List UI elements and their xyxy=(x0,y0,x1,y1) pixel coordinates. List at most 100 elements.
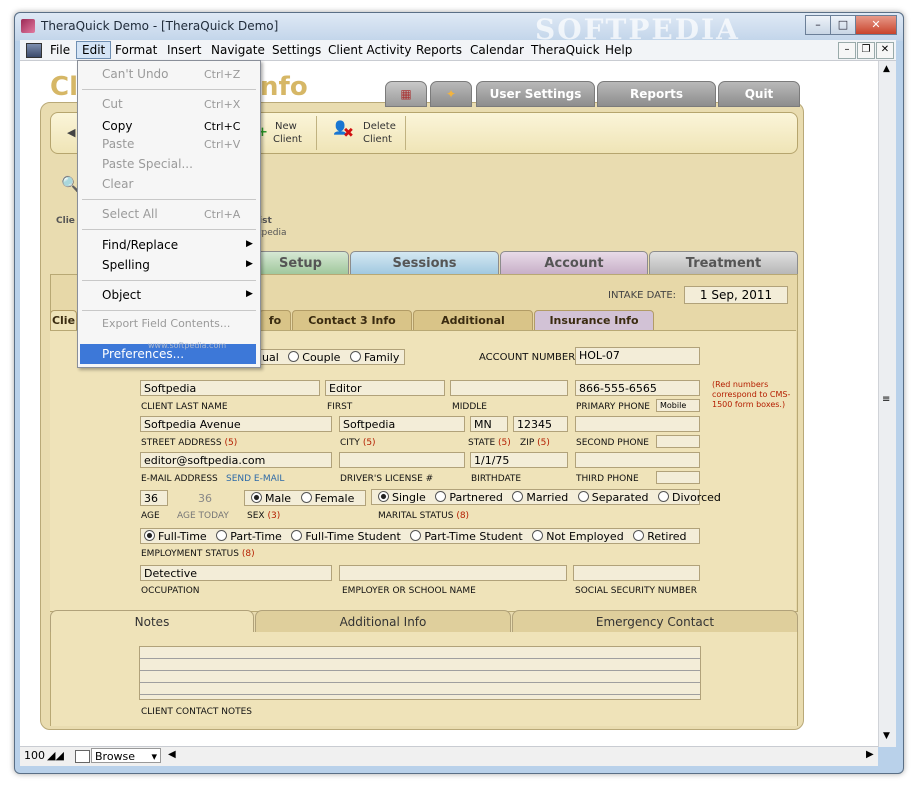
tab-notes-label: Notes xyxy=(134,615,170,629)
send-email-link[interactable]: SEND E-MAIL xyxy=(226,474,284,484)
radio-not-employed[interactable] xyxy=(532,530,544,541)
menu-file[interactable]: File xyxy=(50,43,70,57)
reports-button[interactable]: Reports xyxy=(597,81,716,107)
radio-female[interactable] xyxy=(300,492,312,503)
radio-full-time[interactable] xyxy=(144,530,155,541)
tab-treatment[interactable]: Treatment xyxy=(649,251,798,276)
ssn-field[interactable] xyxy=(573,565,700,581)
radio-family[interactable] xyxy=(349,351,361,362)
menu-item-export-field-contents[interactable]: Export Field Contents... xyxy=(102,317,230,330)
radio-divorced[interactable] xyxy=(658,491,670,502)
radio-partnered[interactable] xyxy=(435,491,447,502)
radio-married[interactable] xyxy=(512,491,524,502)
account-number-field[interactable]: HOL-07 xyxy=(575,347,700,365)
tab-additional-info[interactable]: Additional Info xyxy=(255,610,511,634)
menu-insert[interactable]: Insert xyxy=(167,43,201,57)
scroll-grip-icon[interactable]: ≡ xyxy=(882,394,890,405)
menu-item-spelling[interactable]: Spelling xyxy=(102,258,150,272)
tab-sessions[interactable]: Sessions xyxy=(350,251,499,276)
scroll-down-icon[interactable]: ▼ xyxy=(883,731,890,741)
minimize-button[interactable]: – xyxy=(805,15,831,35)
occupation-field[interactable]: Detective xyxy=(140,565,332,581)
zoom-icon[interactable]: ◢◢ xyxy=(47,749,64,762)
star-button[interactable]: ✦ xyxy=(430,81,472,107)
menu-help[interactable]: Help xyxy=(605,43,632,57)
menu-item-clear[interactable]: Clear xyxy=(102,177,133,191)
tab-contact-3-info[interactable]: Contact 3 Info xyxy=(292,310,412,332)
scroll-left-icon[interactable]: ◀ xyxy=(168,749,176,760)
client-contact-notes-field[interactable] xyxy=(139,646,701,700)
close-button[interactable]: ✕ xyxy=(855,15,897,35)
menu-theraquick[interactable]: TheraQuick xyxy=(531,43,600,57)
menu-item-object[interactable]: Object xyxy=(102,288,141,302)
zoom-level[interactable]: 100 xyxy=(24,749,45,762)
intake-date-field[interactable]: 1 Sep, 2011 xyxy=(684,286,788,304)
menu-reports[interactable]: Reports xyxy=(416,43,462,57)
user-settings-button[interactable]: User Settings xyxy=(476,81,595,107)
employer-field[interactable] xyxy=(339,565,567,581)
radio-retired[interactable] xyxy=(633,530,645,541)
third-phone-type-select[interactable] xyxy=(656,471,700,484)
toolbar-divider xyxy=(316,116,317,150)
menu-item-select-all[interactable]: Select All xyxy=(102,207,158,221)
menu-settings[interactable]: Settings xyxy=(272,43,321,57)
mode-select[interactable]: Browse ▾ xyxy=(91,748,161,763)
radio-couple[interactable] xyxy=(288,351,300,362)
second-phone-field[interactable] xyxy=(575,416,700,432)
street-address-label: STREET ADDRESS (5) xyxy=(141,438,237,448)
scroll-up-icon[interactable]: ▲ xyxy=(883,64,890,74)
menu-edit[interactable]: Edit xyxy=(76,41,112,59)
menu-item-cant-undo[interactable]: Can't Undo xyxy=(102,67,169,81)
status-toggle-icon[interactable] xyxy=(75,750,90,763)
radio-part-time-student[interactable] xyxy=(410,530,422,541)
menu-navigate[interactable]: Navigate xyxy=(211,43,265,57)
menu-format[interactable]: Format xyxy=(115,43,157,57)
menu-item-copy[interactable]: Copy xyxy=(102,119,132,133)
menu-client-activity[interactable]: Client Activity xyxy=(328,43,411,57)
back-arrow-icon[interactable]: ◀ xyxy=(67,126,75,139)
primary-phone-field[interactable]: 866-555-6565 xyxy=(575,380,700,396)
mdi-restore-button[interactable]: ❐ xyxy=(857,42,875,59)
radio-full-time-student[interactable] xyxy=(291,530,303,541)
tab-client-info[interactable]: Clie xyxy=(50,310,77,331)
sex-text: SEX xyxy=(247,511,265,521)
radio-single[interactable] xyxy=(378,491,389,502)
calendar-button[interactable]: ▦ xyxy=(385,81,427,107)
phone-type-select[interactable]: Mobile xyxy=(656,399,700,412)
first-name-field[interactable]: Editor xyxy=(325,380,445,396)
zip-field[interactable]: 12345 xyxy=(513,416,568,432)
mdi-minimize-button[interactable]: – xyxy=(838,42,856,59)
tab-notes[interactable]: Notes xyxy=(50,610,254,633)
menu-calendar[interactable]: Calendar xyxy=(470,43,524,57)
state-field[interactable]: MN xyxy=(470,416,508,432)
tab-account[interactable]: Account xyxy=(500,251,648,276)
street-req: (5) xyxy=(224,438,238,448)
city-field[interactable]: Softpedia xyxy=(339,416,465,432)
radio-part-time[interactable] xyxy=(216,530,228,541)
tab-contact-2-info[interactable]: fo xyxy=(259,310,291,332)
middle-name-field[interactable] xyxy=(450,380,568,396)
drivers-license-field[interactable] xyxy=(339,452,465,468)
second-phone-type-select[interactable] xyxy=(656,435,700,448)
state-label: STATE (5) xyxy=(468,438,511,448)
quit-button[interactable]: Quit xyxy=(718,81,800,107)
age-field[interactable]: 36 xyxy=(140,490,168,506)
tab-additional-contacts[interactable]: Additional Contacts xyxy=(413,310,533,347)
radio-male[interactable] xyxy=(251,492,262,503)
radio-separated[interactable] xyxy=(577,491,589,502)
menu-item-paste-special[interactable]: Paste Special... xyxy=(102,157,193,171)
birthdate-field[interactable]: 1/1/75 xyxy=(470,452,568,468)
street-address-field[interactable]: Softpedia Avenue xyxy=(140,416,332,432)
menu-item-cut[interactable]: Cut xyxy=(102,97,123,111)
mdi-close-button[interactable]: ✕ xyxy=(876,42,894,59)
vertical-scrollbar[interactable]: ▲ ≡ ▼ xyxy=(878,61,896,747)
tab-emergency-contact[interactable]: Emergency Contact xyxy=(512,610,798,634)
menu-item-paste[interactable]: Paste xyxy=(102,137,134,151)
maximize-button[interactable]: □ xyxy=(830,15,856,35)
menu-item-find-replace[interactable]: Find/Replace xyxy=(102,238,178,252)
scroll-right-icon[interactable]: ▶ xyxy=(866,749,874,760)
email-field[interactable]: editor@softpedia.com xyxy=(140,452,332,468)
third-phone-field[interactable] xyxy=(575,452,700,468)
tab-insurance-info[interactable]: Insurance Info xyxy=(534,310,654,332)
last-name-field[interactable]: Softpedia xyxy=(140,380,320,396)
